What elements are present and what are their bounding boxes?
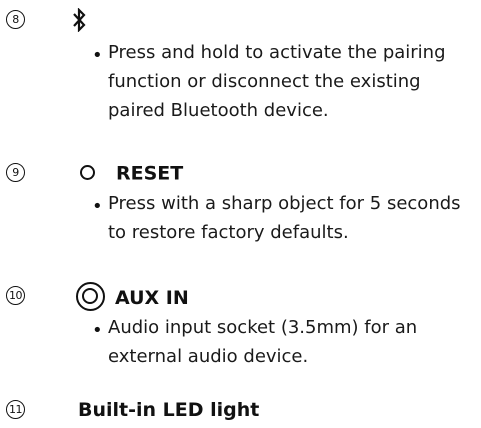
heading-reset: RESET	[80, 161, 183, 186]
item-number-10: 10	[6, 286, 25, 305]
item-number-8: 8	[6, 10, 25, 29]
item-number-11: 11	[6, 400, 25, 419]
bullet-point: •	[92, 45, 103, 66]
description-aux-in: Audio input socket (3.5mm) for an extern…	[108, 317, 418, 367]
bullet-point: •	[92, 320, 103, 341]
item-number-9: 9	[6, 163, 25, 182]
reset-hole-icon	[80, 164, 95, 180]
description-pairing: Press and hold to activate the pairing f…	[108, 42, 446, 121]
bluetooth-icon	[73, 8, 86, 32]
description-reset: Press with a sharp object for 5 seconds …	[108, 193, 461, 243]
heading-aux-in: AUX IN	[76, 282, 189, 311]
heading-led-light: Built-in LED light	[78, 399, 260, 421]
bullet-point: •	[92, 196, 103, 217]
aux-socket-icon	[76, 282, 105, 311]
